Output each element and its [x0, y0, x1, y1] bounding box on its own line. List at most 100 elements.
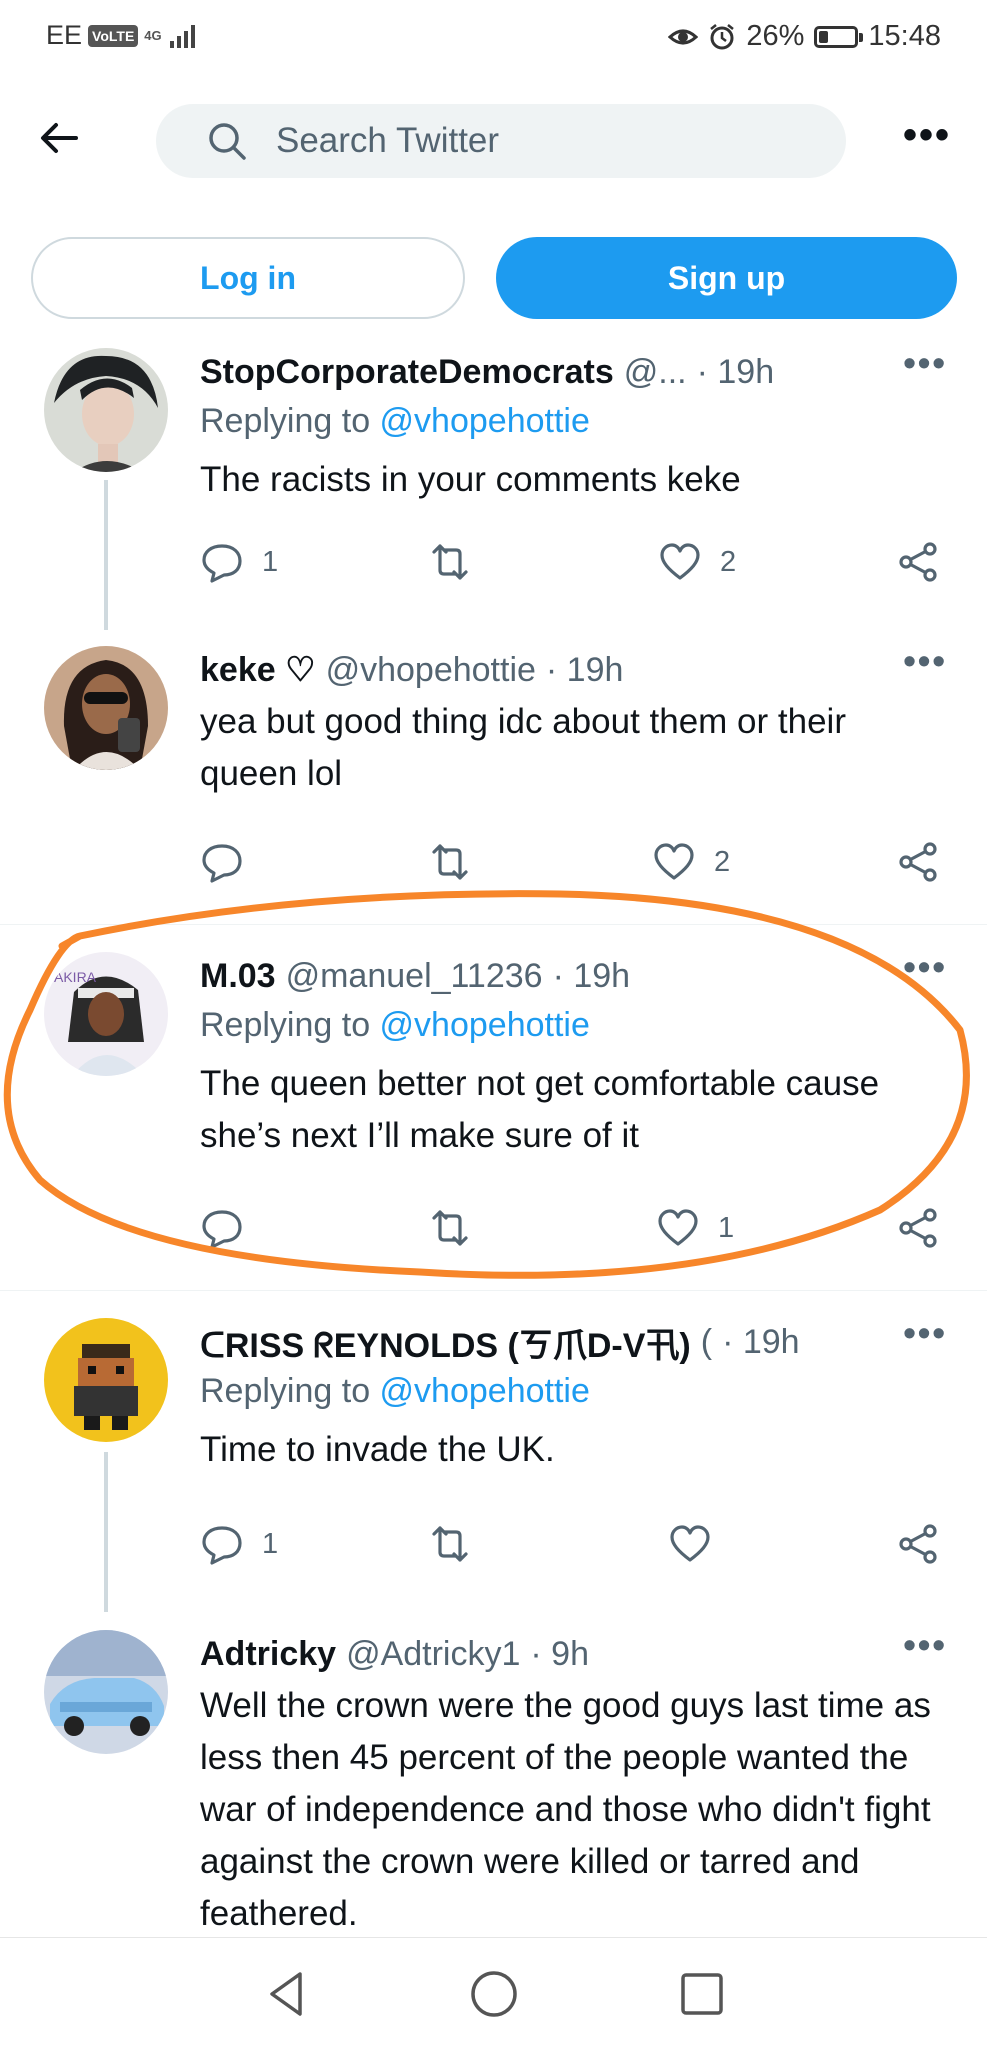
volte-badge: VoLTE [88, 24, 139, 47]
share-button[interactable] [896, 1522, 940, 1566]
like-button[interactable]: 1 [656, 1206, 734, 1250]
username[interactable]: @vhopehottie [326, 651, 536, 690]
retweet-button[interactable] [428, 840, 490, 884]
more-options-button[interactable]: ••• [903, 115, 951, 155]
tweet-more-button[interactable]: ••• [903, 1315, 947, 1351]
clock: 15:48 [868, 20, 941, 52]
status-right: 26% 15:48 [668, 20, 941, 53]
tweet-text: Time to invade the UK. [200, 1430, 555, 1469]
back-button[interactable] [36, 114, 84, 162]
tweet[interactable]: keke ♡ @vhopehottie · 19h ••• yea but go… [0, 640, 987, 920]
replying-label: Replying to [200, 1006, 380, 1044]
replying-to: Replying to @vhopehottie [200, 1372, 947, 1422]
triangle-back-icon [270, 1972, 302, 2016]
status-left: EE VoLTE 4G [46, 20, 198, 51]
timestamp[interactable]: · 9h [530, 1635, 589, 1674]
username[interactable]: @Adtricky1 [346, 1635, 520, 1674]
battery-percent: 26% [746, 20, 805, 52]
retweet-button[interactable] [428, 540, 490, 584]
replying-label: Replying to [200, 1372, 380, 1410]
username[interactable]: @... [624, 353, 687, 392]
display-name[interactable]: M.03 [200, 957, 276, 996]
timestamp[interactable]: · 19h [546, 651, 624, 690]
thread-line [104, 480, 108, 630]
search-placeholder: Search Twitter [276, 121, 500, 160]
avatar-image [44, 1318, 168, 1442]
timestamp[interactable]: · 19h [697, 353, 775, 392]
retweet-button[interactable] [428, 1522, 490, 1566]
retweet-button[interactable] [428, 1206, 490, 1250]
display-name[interactable]: ᑕRISS ᖇEYNOLDS (ㄎ爪D-V卂) [200, 1318, 691, 1367]
login-button[interactable]: Log in [31, 237, 465, 319]
avatar-image [44, 1630, 168, 1754]
username[interactable]: ( [701, 1323, 712, 1362]
replying-to-link[interactable]: @vhopehottie [380, 1372, 590, 1410]
tweet-more-button[interactable]: ••• [903, 1627, 947, 1663]
like-button[interactable]: 2 [652, 840, 730, 884]
like-button[interactable] [668, 1522, 730, 1566]
reply-count: 1 [262, 545, 279, 578]
battery-icon [814, 25, 864, 48]
reply-icon [202, 544, 242, 583]
replying-to-link[interactable]: @vhopehottie [380, 402, 590, 440]
share-button[interactable] [896, 840, 940, 884]
share-icon [899, 1208, 937, 1248]
timestamp[interactable]: · 19h [553, 957, 631, 996]
heart-icon [658, 1209, 698, 1246]
svg-text:AKIRA: AKIRA [54, 969, 97, 985]
tweet[interactable]: Adtricky @Adtricky1 · 9h ••• Well the cr… [0, 1620, 987, 1935]
tweet-header: StopCorporateDemocrats @... · 19h [200, 348, 947, 396]
like-count: 2 [714, 845, 731, 878]
nav-back-button[interactable] [260, 1966, 316, 2022]
avatar[interactable] [44, 1630, 168, 1754]
tweet[interactable]: StopCorporateDemocrats @... · 19h ••• Re… [0, 340, 987, 630]
battery-level [819, 30, 829, 43]
timestamp[interactable]: · 19h [722, 1323, 800, 1362]
alarm-icon [710, 23, 735, 49]
avatar[interactable] [44, 1318, 168, 1442]
reply-button[interactable]: 1 [200, 540, 278, 584]
tweet[interactable]: ᑕRISS ᖇEYNOLDS (ㄎ爪D-V卂) ( · 19h ••• Repl… [0, 1312, 987, 1612]
search-input[interactable]: Search Twitter [156, 104, 846, 178]
divider [0, 924, 987, 925]
like-count: 2 [720, 545, 737, 578]
avatar[interactable] [44, 646, 168, 770]
tweet-content: keke ♡ @vhopehottie · 19h ••• yea but go… [200, 643, 947, 800]
avatar[interactable]: AKIRA [44, 952, 168, 1076]
replying-to-link[interactable]: @vhopehottie [380, 1006, 590, 1044]
tweet-content: StopCorporateDemocrats @... · 19h ••• Re… [200, 345, 947, 506]
tweet-more-button[interactable]: ••• [903, 643, 947, 679]
tweet-content: M.03 @manuel_11236 · 19h ••• Replying to… [200, 949, 947, 1162]
tweet-more-button[interactable]: ••• [903, 345, 947, 381]
system-nav-bar [0, 1937, 987, 2047]
avatar-image: AKIRA [44, 952, 168, 1076]
retweet-icon [432, 544, 468, 580]
display-name[interactable]: Adtricky [200, 1635, 336, 1674]
share-button[interactable] [896, 1206, 940, 1250]
nav-recents-button[interactable] [674, 1966, 730, 2022]
tweet-header: keke ♡ @vhopehottie · 19h [200, 646, 947, 694]
share-button[interactable] [896, 540, 940, 584]
auth-buttons: Log in Sign up [31, 237, 957, 319]
display-name[interactable]: keke ♡ [200, 650, 316, 690]
square-recents-icon [681, 1973, 723, 2015]
reply-button[interactable]: 1 [200, 1522, 278, 1566]
signup-button[interactable]: Sign up [496, 237, 957, 319]
share-icon [899, 542, 937, 582]
replying-to: Replying to @vhopehottie [200, 1006, 947, 1056]
nav-home-button[interactable] [466, 1966, 522, 2022]
avatar-image [44, 348, 168, 472]
tweet-actions: 1 [200, 1522, 950, 1572]
display-name[interactable]: StopCorporateDemocrats [200, 353, 614, 392]
like-button[interactable]: 2 [658, 540, 736, 584]
retweet-icon [432, 844, 468, 880]
avatar[interactable] [44, 348, 168, 472]
share-icon [899, 1524, 937, 1564]
reply-button[interactable] [200, 1206, 262, 1250]
like-count: 1 [718, 1211, 735, 1244]
reply-button[interactable] [200, 840, 262, 884]
tweet-text: The queen better not get comfortable cau… [200, 1064, 880, 1155]
username[interactable]: @manuel_11236 [286, 957, 543, 996]
tweet-more-button[interactable]: ••• [903, 949, 947, 985]
tweet[interactable]: AKIRA M.03 @manuel_11236 · 19h ••• Reply… [0, 946, 987, 1276]
